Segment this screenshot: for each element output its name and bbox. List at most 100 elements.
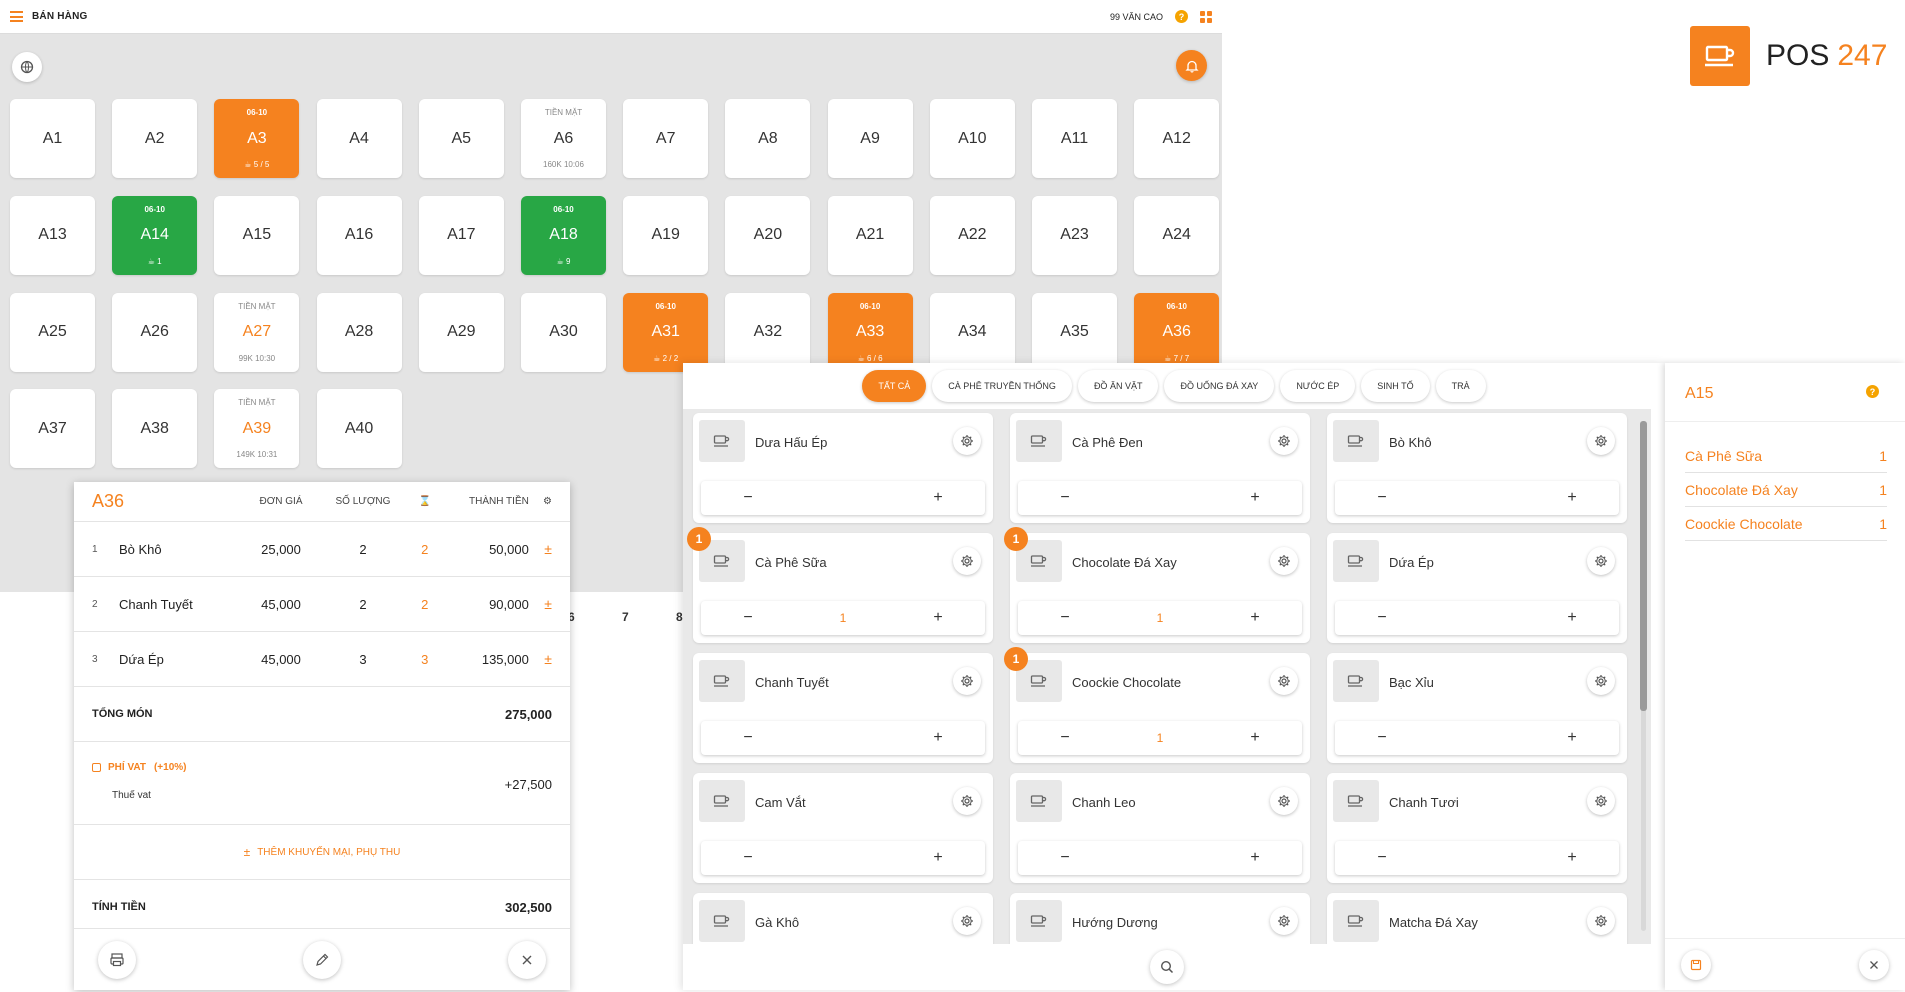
category-tab[interactable]: ĐỒ UỐNG ĐÁ XAY <box>1164 370 1275 402</box>
table-tile-a3[interactable]: 06-10 A3 ☕ 5 / 5 <box>214 99 300 178</box>
save-button[interactable] <box>1681 949 1711 980</box>
product-card[interactable]: Chocolate Đá Xay 1 − 1 + <box>1004 527 1310 643</box>
product-card[interactable]: Chanh Leo − + <box>1010 773 1310 883</box>
gear-icon[interactable] <box>953 427 981 455</box>
product-card[interactable]: Chanh Tuyết − + <box>693 653 993 763</box>
table-tile-a7[interactable]: A7 <box>623 99 709 178</box>
increment-button[interactable]: + <box>1208 849 1302 867</box>
product-card[interactable]: Bò Khô − + <box>1327 413 1627 523</box>
decrement-button[interactable]: − <box>701 849 795 867</box>
current-order-item[interactable]: Cà Phê Sữa 1 <box>1685 439 1887 473</box>
gear-icon[interactable] <box>1270 427 1298 455</box>
gear-icon[interactable] <box>1587 907 1615 935</box>
apps-grid-icon[interactable] <box>1200 10 1212 23</box>
decrement-button[interactable]: − <box>1018 849 1112 867</box>
table-tile-a31[interactable]: 06-10 A31 ☕ 2 / 2 <box>623 292 709 372</box>
table-tile-a20[interactable]: A20 <box>725 195 811 275</box>
print-button[interactable] <box>98 940 136 979</box>
increment-button[interactable]: + <box>891 489 985 507</box>
increment-button[interactable]: + <box>1525 609 1619 627</box>
gear-icon[interactable] <box>1270 667 1298 695</box>
current-order-item[interactable]: Coockie Chocolate 1 <box>1685 507 1887 541</box>
table-tile-a8[interactable]: A8 <box>725 99 811 178</box>
table-tile-a5[interactable]: A5 <box>418 99 504 178</box>
increment-button[interactable]: + <box>1208 609 1302 627</box>
increment-button[interactable]: + <box>891 849 985 867</box>
table-tile-a33[interactable]: 06-10 A33 ☕ 6 / 6 <box>827 292 913 372</box>
table-tile-a1[interactable]: A1 <box>10 99 95 178</box>
table-tile-a21[interactable]: A21 <box>827 195 913 275</box>
increment-button[interactable]: + <box>1208 489 1302 507</box>
store-name[interactable]: 99 VĂN CAO <box>1110 12 1163 22</box>
gear-icon[interactable] <box>1270 547 1298 575</box>
close-button[interactable] <box>508 940 546 979</box>
category-tab[interactable]: SINH TỐ <box>1361 370 1430 402</box>
help-icon[interactable]: ? <box>1866 385 1879 398</box>
plus-minus-icon[interactable]: ± <box>529 651 552 667</box>
menu-icon[interactable] <box>10 11 23 22</box>
gear-icon[interactable] <box>1587 667 1615 695</box>
table-tile-a13[interactable]: A13 <box>10 195 95 275</box>
order-item-row[interactable]: 1 Bò Khô 25,000 2 2 50,000 ± <box>74 522 570 577</box>
table-tile-a37[interactable]: A37 <box>10 389 95 469</box>
table-tile-a30[interactable]: A30 <box>521 292 606 372</box>
product-card[interactable]: Chanh Tươi − + <box>1327 773 1627 883</box>
table-tile-a35[interactable]: A35 <box>1032 292 1117 372</box>
category-tab[interactable]: NƯỚC ÉP <box>1280 370 1356 402</box>
gear-icon[interactable] <box>1587 547 1615 575</box>
table-tile-a40[interactable]: A40 <box>316 389 402 469</box>
table-tile-a19[interactable]: A19 <box>623 195 709 275</box>
table-tile-a34[interactable]: A34 <box>929 292 1015 372</box>
increment-button[interactable]: + <box>1525 489 1619 507</box>
current-order-item[interactable]: Chocolate Đá Xay 1 <box>1685 473 1887 507</box>
decrement-button[interactable]: − <box>1335 729 1429 747</box>
table-tile-a32[interactable]: A32 <box>725 292 811 372</box>
decrement-button[interactable]: − <box>701 609 795 627</box>
product-card[interactable]: Dứa Ép − + <box>1327 533 1627 643</box>
product-card[interactable]: Matcha Đá Xay−+ <box>1327 893 1627 944</box>
decrement-button[interactable]: − <box>1335 489 1429 507</box>
gear-icon[interactable] <box>1587 787 1615 815</box>
column-settings-icon[interactable]: ⚙ <box>529 496 552 507</box>
product-card[interactable]: Cà Phê Sữa 1 − 1 + <box>687 527 993 643</box>
product-card[interactable]: Coockie Chocolate 1 − 1 + <box>1004 647 1310 763</box>
product-card[interactable]: Dưa Hấu Ép − + <box>693 413 993 523</box>
increment-button[interactable]: + <box>1525 849 1619 867</box>
table-tile-a4[interactable]: A4 <box>316 99 402 178</box>
product-card[interactable]: Cam Vắt − + <box>693 773 993 883</box>
edit-button[interactable] <box>303 940 341 979</box>
notification-button[interactable] <box>1176 50 1207 81</box>
scrollbar-thumb[interactable] <box>1640 421 1647 711</box>
category-tab[interactable]: ĐỒ ĂN VẶT <box>1077 370 1159 402</box>
order-item-row[interactable]: 3 Dứa Ép 45,000 3 3 135,000 ± <box>74 632 570 687</box>
product-scrollbar[interactable] <box>1639 411 1647 941</box>
gear-icon[interactable] <box>1587 427 1615 455</box>
table-tile-a14[interactable]: 06-10 A14 ☕ 1 <box>112 195 198 275</box>
item-qty[interactable]: 3 <box>321 652 406 667</box>
increment-button[interactable]: + <box>1525 729 1619 747</box>
table-tile-a36[interactable]: 06-10 A36 ☕ 7 / 7 <box>1134 292 1220 372</box>
table-tile-a26[interactable]: A26 <box>112 292 198 372</box>
table-tile-a17[interactable]: A17 <box>418 195 504 275</box>
decrement-button[interactable]: − <box>1335 849 1429 867</box>
plus-minus-icon[interactable]: ± <box>529 596 552 612</box>
product-card[interactable]: Hướng Dương−+ <box>1010 893 1310 944</box>
map-view-button[interactable] <box>12 52 42 82</box>
table-tile-a18[interactable]: 06-10 A18 ☕ 9 <box>521 195 606 275</box>
increment-button[interactable]: + <box>891 729 985 747</box>
item-qty[interactable]: 2 <box>321 542 406 557</box>
help-icon[interactable]: ? <box>1175 10 1188 23</box>
category-tab[interactable]: CÀ PHÊ TRUYỀN THỐNG <box>932 370 1072 402</box>
increment-button[interactable]: + <box>1208 729 1302 747</box>
gear-icon[interactable] <box>953 667 981 695</box>
vat-row[interactable]: PHÍ VAT (+10%) Thuế vat +27,500 <box>74 742 570 825</box>
gear-icon[interactable] <box>953 787 981 815</box>
table-tile-a39[interactable]: TIỀN MẶT A39 149K 10:31 <box>214 389 300 469</box>
search-button[interactable] <box>1150 950 1184 984</box>
decrement-button[interactable]: − <box>1018 729 1112 747</box>
gear-icon[interactable] <box>1270 787 1298 815</box>
item-qty[interactable]: 2 <box>321 597 406 612</box>
table-tile-a16[interactable]: A16 <box>316 195 402 275</box>
product-card[interactable]: Cà Phê Đen − + <box>1010 413 1310 523</box>
decrement-button[interactable]: − <box>701 489 795 507</box>
